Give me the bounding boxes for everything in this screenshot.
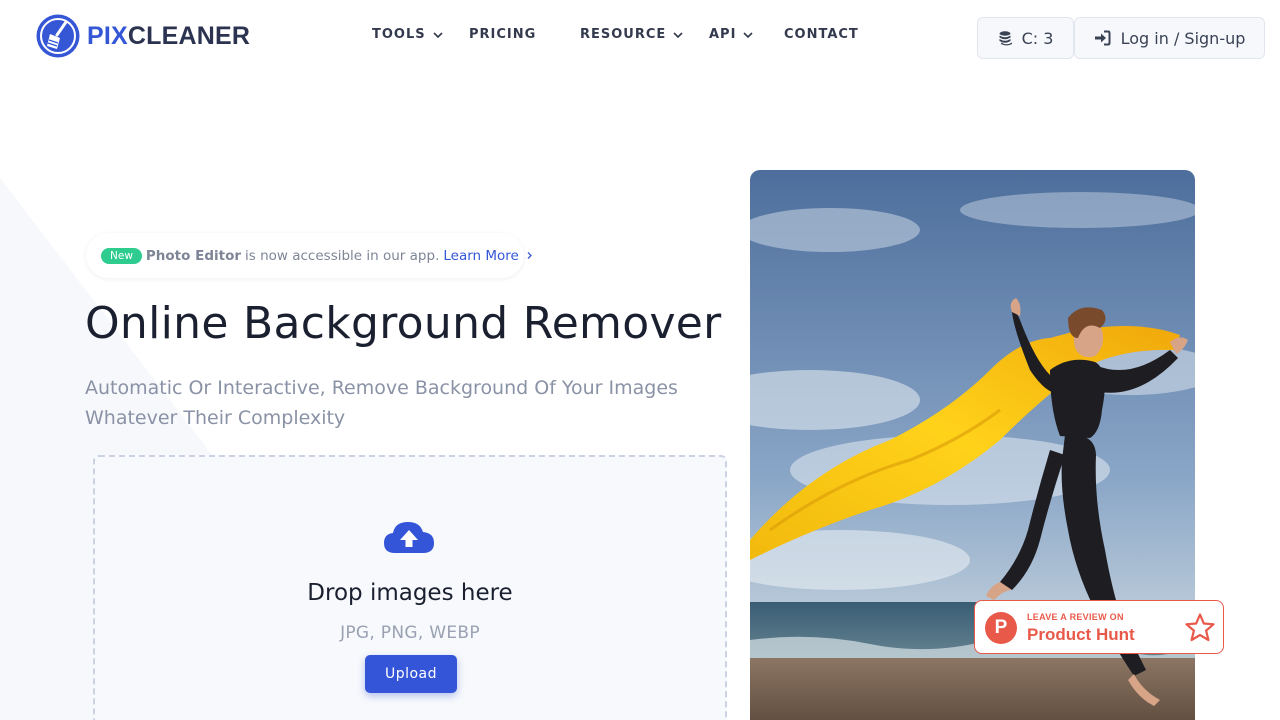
chevron-down-icon [433, 31, 443, 38]
announcement-feature: Photo Editor [145, 247, 242, 264]
announcement-text: is now accessible in our app. [245, 247, 440, 264]
chevron-right-icon [527, 252, 532, 259]
product-hunt-badge[interactable]: P LEAVE A REVIEW ON Product Hunt [974, 600, 1224, 654]
page-title: Online Background Remover [85, 298, 722, 349]
supported-formats: JPG, PNG, WEBP [340, 623, 480, 643]
announcement-banner: New Photo Editor is now accessible in ou… [86, 233, 532, 278]
nav-pricing[interactable]: PRICING [469, 27, 536, 42]
credits-label: C: 3 [1021, 28, 1054, 48]
logo-broom-icon [36, 14, 80, 58]
drop-title: Drop images here [307, 580, 513, 606]
nav-contact[interactable]: CONTACT [784, 27, 859, 42]
nav-api[interactable]: API [709, 27, 754, 42]
chevron-down-icon [743, 31, 754, 38]
image-drop-zone[interactable]: Drop images here JPG, PNG, WEBP Upload [93, 455, 727, 720]
credits-button[interactable]: C: 3 [977, 17, 1074, 59]
new-badge: New [101, 247, 142, 264]
page-subtitle: Automatic Or Interactive, Remove Backgro… [85, 377, 678, 429]
site-header: PIXCLEANER TOOLS PRICING RESOURCE API CO… [0, 0, 1280, 74]
cloud-upload-icon [384, 522, 434, 553]
login-signup-button[interactable]: Log in / Sign-up [1074, 17, 1265, 59]
logo[interactable]: PIXCLEANER [35, 13, 250, 59]
upload-button[interactable]: Upload [365, 655, 457, 693]
sign-in-icon [1094, 30, 1111, 46]
nav-tools[interactable]: TOOLS [372, 27, 444, 42]
chevron-down-icon [673, 31, 683, 38]
logo-text: PIXCLEANER [87, 21, 251, 50]
product-hunt-cta: LEAVE A REVIEW ON [1027, 612, 1124, 622]
product-hunt-name: Product Hunt [1027, 625, 1135, 644]
nav-resource[interactable]: RESOURCE [580, 27, 684, 42]
learn-more-link[interactable]: Learn More [443, 248, 534, 264]
star-icon [1185, 613, 1215, 642]
coins-icon [999, 31, 1012, 46]
login-label: Log in / Sign-up [1120, 28, 1246, 48]
product-hunt-logo-icon: P [985, 612, 1017, 644]
